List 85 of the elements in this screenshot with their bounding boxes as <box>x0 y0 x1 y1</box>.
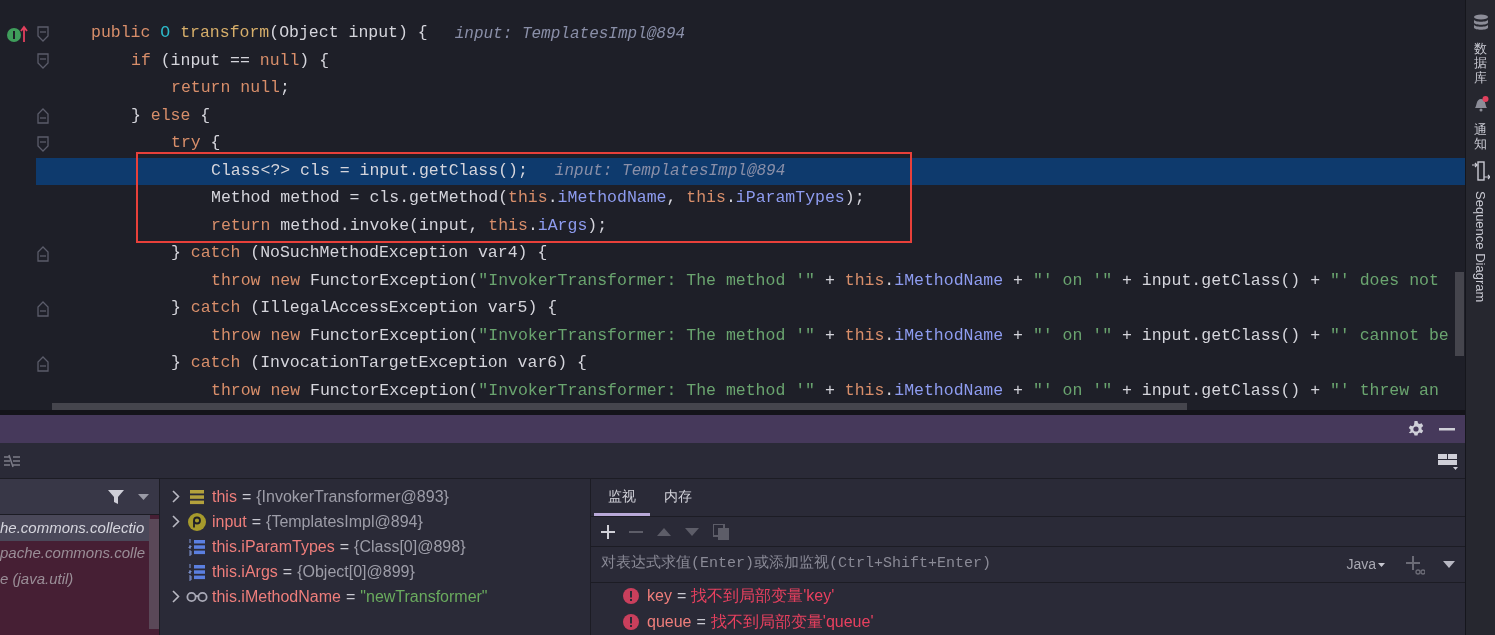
glasses-icon <box>186 590 208 603</box>
code-line: return null; <box>171 77 290 100</box>
variable-value: {InvokerTransformer@893} <box>256 486 449 507</box>
add-watch-icon[interactable] <box>1405 554 1425 575</box>
field-icon <box>188 487 206 506</box>
scrollbar-thumb[interactable] <box>149 519 159 629</box>
bell-icon[interactable] <box>1472 94 1489 113</box>
move-down-icon[interactable] <box>685 527 699 536</box>
code-line: } catch (IllegalAccessException var5) { <box>171 297 558 320</box>
fold-marker-icon[interactable] <box>37 300 49 317</box>
equals-sign: = <box>676 586 687 606</box>
variable-value: {TemplatesImpl@894} <box>266 511 423 532</box>
add-icon[interactable] <box>601 524 615 539</box>
copy-icon[interactable] <box>713 523 729 540</box>
code-line: throw new FunctorException("InvokerTransformer: The method '" + this.iMethodName + "' on '" + input.getClass() + "' cannot be <box>211 324 1449 347</box>
inline-hint: input: TemplatesImpl@894 <box>554 161 786 183</box>
equals-sign: = <box>345 586 356 607</box>
variable-value: "newTransformer" <box>360 586 488 607</box>
caret-icon[interactable] <box>1378 563 1385 568</box>
dropdown-icon[interactable] <box>1443 561 1455 568</box>
code-line: return method.invoke(input, this.iArgs); <box>211 214 608 237</box>
variable-name: this.iMethodName <box>212 586 341 607</box>
code-line: Class<?> cls = input.getClass(); <box>211 159 528 182</box>
code-line: Method method = cls.getMethod(this.iMethodName, this.iParamTypes); <box>211 187 865 210</box>
scrollbar-thumb[interactable] <box>1455 272 1464 356</box>
variable-name: input <box>212 511 247 532</box>
watch-name: key <box>647 586 672 606</box>
tab[interactable]: 监视 <box>594 486 650 516</box>
watch-name: queue <box>647 612 692 632</box>
variable-name: this.iArgs <box>212 561 278 582</box>
code-line: try { <box>171 132 221 155</box>
fold-marker-icon[interactable] <box>37 245 49 262</box>
error-icon <box>623 614 639 630</box>
dropdown-icon[interactable] <box>138 493 149 500</box>
variable-name: this <box>212 486 237 507</box>
list-icon[interactable] <box>4 453 20 468</box>
equals-sign: = <box>696 612 706 632</box>
equals-sign: = <box>251 511 262 532</box>
array-icon <box>188 562 206 581</box>
equals-sign: = <box>282 561 293 582</box>
parameter-icon <box>187 511 207 532</box>
minimize-icon[interactable] <box>1439 427 1455 431</box>
variable-name: this.iParamTypes <box>212 536 335 557</box>
remove-icon[interactable] <box>629 530 643 533</box>
implementation-marker-icon[interactable] <box>6 24 30 43</box>
chevron-icon[interactable] <box>172 490 180 503</box>
fold-marker-icon[interactable] <box>37 53 49 70</box>
code-line: public O transform(Object input) { <box>91 22 428 45</box>
stack-frame[interactable]: e (java.util) <box>0 566 150 592</box>
inline-hint: input: TemplatesImpl@894 <box>454 23 686 45</box>
fold-marker-icon[interactable] <box>37 135 49 152</box>
tab[interactable]: 内存 <box>650 486 706 516</box>
scrollbar-thumb[interactable] <box>52 403 1187 410</box>
fold-marker-icon[interactable] <box>37 25 49 42</box>
settings-icon[interactable] <box>1407 420 1425 438</box>
stack-frame[interactable]: pache.commons.colle <box>0 540 150 566</box>
chevron-icon[interactable] <box>172 590 180 603</box>
database-icon[interactable] <box>1472 14 1489 32</box>
error-message: 找不到局部变量'queue' <box>710 612 874 632</box>
code-line: } catch (NoSuchMethodException var4) { <box>171 242 548 265</box>
code-line: } else { <box>131 104 211 127</box>
expression-field[interactable]: 对表达式求值(Enter)或添加监视(Ctrl+Shift+Enter) <box>591 552 1341 577</box>
variable-value: {Class[0]@898} <box>354 536 466 557</box>
filter-icon[interactable] <box>108 488 124 505</box>
chevron-icon[interactable] <box>172 515 180 528</box>
code-line: throw new FunctorException("InvokerTransformer: The method '" + this.iMethodName + "' on '" + input.getClass() + "' threw an <box>211 379 1439 402</box>
move-up-icon[interactable] <box>657 527 671 536</box>
variable-value: {Object[0]@899} <box>297 561 415 582</box>
error-icon <box>623 588 639 604</box>
code-line: } catch (InvocationTargetException var6) { <box>171 352 587 375</box>
array-icon <box>188 537 206 556</box>
equals-sign: = <box>241 486 252 507</box>
layout-icon[interactable] <box>1437 451 1459 470</box>
code-line: if (input == null) { <box>131 49 330 72</box>
tool-window-tab[interactable]: 数据库 <box>1474 42 1487 85</box>
error-message: 找不到局部变量'key' <box>691 586 835 606</box>
code-line: throw new FunctorException("InvokerTransformer: The method '" + this.iMethodName + "' on '" + input.getClass() + "' does not <box>211 269 1439 292</box>
sequence-diagram-icon[interactable] <box>1471 161 1490 182</box>
fold-marker-icon[interactable] <box>37 355 49 372</box>
fold-marker-icon[interactable] <box>37 108 49 125</box>
tool-window-tab[interactable]: Sequence Diagram <box>1470 191 1491 303</box>
stack-frame[interactable]: he.commons.collectio <box>0 515 150 541</box>
equals-sign: = <box>339 536 350 557</box>
language-dropdown[interactable]: Java <box>1340 553 1391 576</box>
tool-window-tab[interactable]: 通知 <box>1474 122 1487 152</box>
